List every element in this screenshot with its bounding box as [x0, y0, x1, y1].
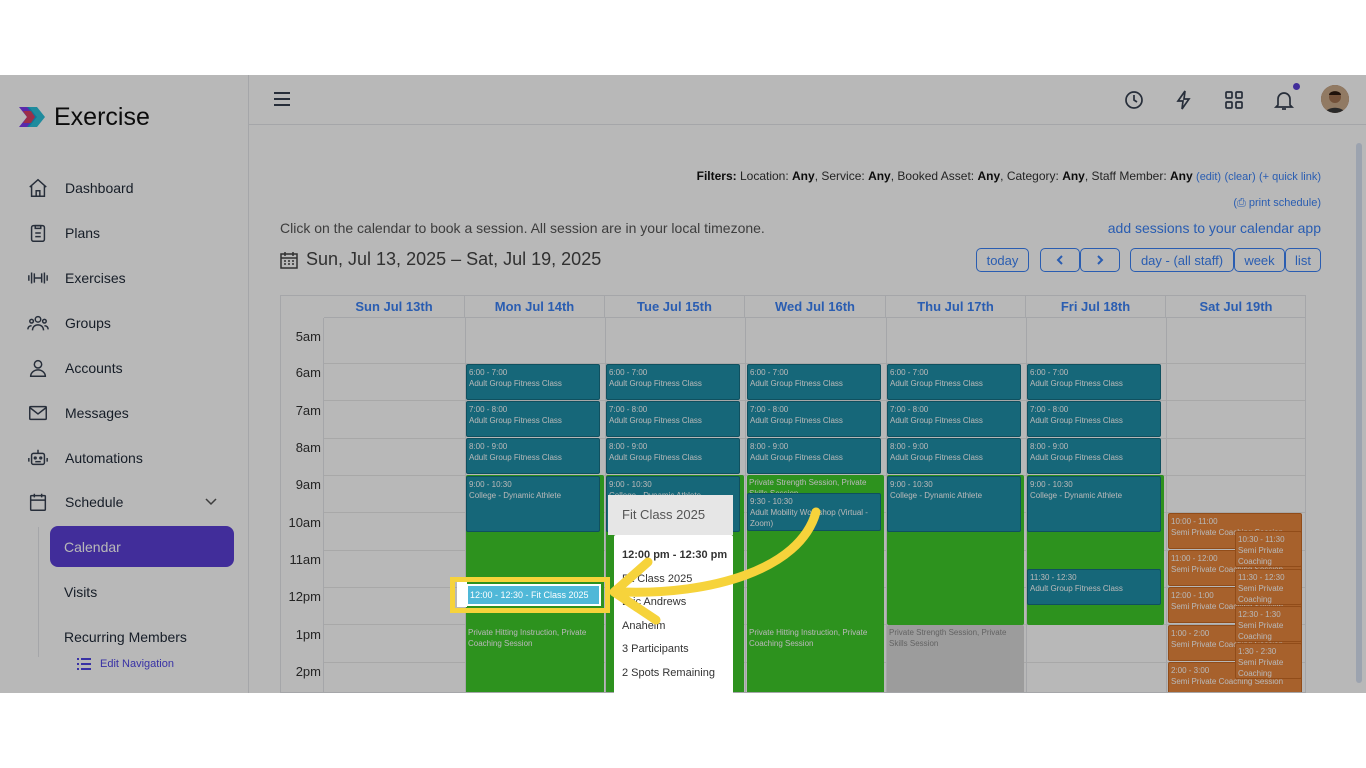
- app-window: Exercise Dashboard Plans Exercises Group…: [0, 75, 1366, 693]
- scrollbar[interactable]: [1356, 143, 1362, 683]
- highlight-box: [450, 577, 610, 613]
- popup-participants: 3 Participants: [622, 643, 689, 655]
- annotation-arrow-icon: [609, 507, 821, 625]
- popup-spots: 2 Spots Remaining: [622, 667, 715, 679]
